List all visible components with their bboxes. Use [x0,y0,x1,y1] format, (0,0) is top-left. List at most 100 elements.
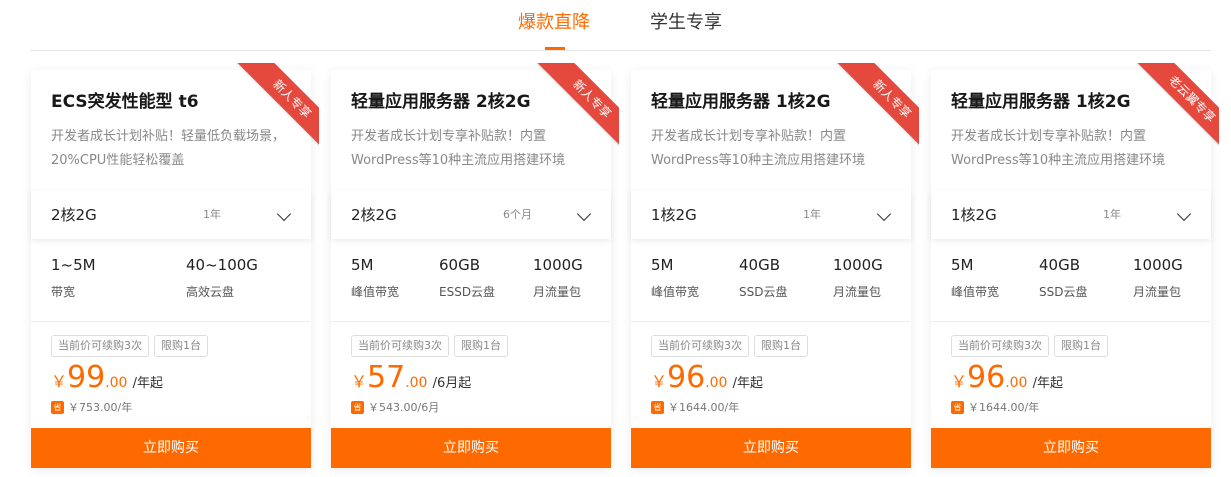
feature-value: 5M [651,256,674,274]
price: ￥96.00 /年起 [651,360,763,396]
purchase-limit-tag: 限购1台 [154,335,208,357]
price-unit: /年起 [1032,376,1063,391]
tag-list: 当前价可续购3次 限购1台 [951,334,1113,357]
price: ￥96.00 /年起 [951,360,1063,396]
product-card-lightweight-1c2g-returning: 轻量应用服务器 1核2G 老云翼专享 开发者成长计划专享补贴款！内置WordPr… [931,63,1219,468]
spec-value: 1核2G [651,206,697,224]
original-price-text: ￥753.00/年 [68,401,133,414]
card-title: ECS突发性能型 t6 [51,92,199,112]
buy-now-button[interactable]: 立即购买 [331,428,611,468]
spec-term: 1年 [803,208,821,221]
price-integer: 57 [367,360,406,395]
feature-bandwidth: 5M 峰值带宽 [951,255,999,300]
renewal-tag: 当前价可续购3次 [651,335,749,357]
spec-term: 1年 [1103,208,1121,221]
card-title: 轻量应用服务器 2核2G [351,92,531,112]
feature-value: 60GB [439,256,481,274]
feature-label: 高效云盘 [186,285,235,299]
feature-value: 1000G [1133,256,1183,274]
feature-label: ESSD云盘 [439,285,496,299]
purchase-limit-tag: 限购1台 [1054,335,1108,357]
price: ￥99.00 /年起 [51,360,163,396]
card-description: 开发者成长计划专享补贴款！内置WordPress等10种主流应用搭建环境 [351,129,566,168]
spec-value: 1核2G [951,206,997,224]
currency-symbol: ￥ [951,372,968,391]
price-unit: /6月起 [432,376,472,391]
card-description: 开发者成长计划专享补贴款！内置WordPress等10种主流应用搭建环境 [651,129,866,168]
feature-traffic: 1000G 月流量包 [1133,255,1183,300]
product-card-lightweight-2c2g: 轻量应用服务器 2核2G 新人专享 开发者成长计划专享补贴款！内置WordPre… [331,63,619,468]
feature-bandwidth: 1~5M 带宽 [51,255,96,300]
renewal-tag: 当前价可续购3次 [951,335,1049,357]
feature-disk: 40~100G 高效云盘 [186,255,258,300]
card-description: 开发者成长计划专享补贴款！内置WordPress等10种主流应用搭建环境 [951,129,1166,168]
buy-now-button[interactable]: 立即购买 [31,428,311,468]
buy-now-button[interactable]: 立即购买 [931,428,1211,468]
feature-label: 月流量包 [533,285,582,299]
purchase-limit-tag: 限购1台 [754,335,808,357]
price-decimal: .00 [405,375,428,391]
feature-value: 40GB [739,256,781,274]
product-card-lightweight-1c2g: 轻量应用服务器 1核2G 新人专享 开发者成长计划专享补贴款！内置WordPre… [631,63,919,468]
original-price-text: ￥1644.00/年 [968,401,1040,414]
tab-students[interactable]: 学生专享 [650,11,722,35]
price-unit: /年起 [732,376,763,391]
feature-value: 5M [351,256,374,274]
feature-disk: 40GB SSD云盘 [1039,255,1087,300]
price-decimal: .00 [1005,375,1028,391]
divider [331,321,611,322]
purchase-limit-tag: 限购1台 [454,335,508,357]
save-badge-icon: 省 [651,401,664,414]
spec-dropdown[interactable]: 2核2G 6个月 [331,191,611,239]
feature-label: 月流量包 [1133,285,1182,299]
feature-bandwidth: 5M 峰值带宽 [651,255,699,300]
divider [31,321,311,322]
feature-value: 1~5M [51,256,96,274]
tag-list: 当前价可续购3次 限购1台 [51,334,213,357]
spec-dropdown[interactable]: 1核2G 1年 [931,191,1211,239]
original-price: 省 ￥1644.00/年 [651,401,739,415]
price-decimal: .00 [705,375,728,391]
tab-bar: 爆款直降 学生专享 [30,0,1211,51]
feature-value: 1000G [533,256,583,274]
price-integer: 96 [667,360,706,395]
divider [631,321,911,322]
price-integer: 99 [67,360,106,395]
spec-dropdown[interactable]: 1核2G 1年 [631,191,911,239]
feature-value: 40GB [1039,256,1081,274]
feature-label: 月流量包 [833,285,882,299]
tab-hot-deals[interactable]: 爆款直降 [518,11,590,35]
divider [931,321,1211,322]
spec-value: 2核2G [51,206,97,224]
feature-label: 峰值带宽 [651,285,700,299]
active-tab-indicator [545,47,565,50]
save-badge-icon: 省 [351,401,364,414]
tag-list: 当前价可续购3次 限购1台 [351,334,513,357]
price-decimal: .00 [105,375,128,391]
chevron-down-icon [876,206,892,222]
feature-label: SSD云盘 [1039,285,1088,299]
currency-symbol: ￥ [351,372,368,391]
feature-disk: 40GB SSD云盘 [739,255,787,300]
feature-traffic: 1000G 月流量包 [833,255,883,300]
feature-value: 40~100G [186,256,258,274]
spec-value: 2核2G [351,206,397,224]
spec-dropdown[interactable]: 2核2G 1年 [31,191,311,239]
feature-value: 5M [951,256,974,274]
feature-value: 1000G [833,256,883,274]
feature-traffic: 1000G 月流量包 [533,255,583,300]
buy-now-button[interactable]: 立即购买 [631,428,911,468]
original-price: 省 ￥543.00/6月 [351,401,439,415]
chevron-down-icon [276,206,292,222]
renewal-tag: 当前价可续购3次 [51,335,149,357]
save-badge-icon: 省 [951,401,964,414]
feature-disk: 60GB ESSD云盘 [439,255,495,300]
original-price-text: ￥1644.00/年 [668,401,740,414]
card-description: 开发者成长计划补贴！轻量低负载场景，20%CPU性能轻松覆盖 [51,129,286,168]
feature-label: 峰值带宽 [951,285,1000,299]
tag-list: 当前价可续购3次 限购1台 [651,334,813,357]
currency-symbol: ￥ [651,372,668,391]
renewal-tag: 当前价可续购3次 [351,335,449,357]
original-price-text: ￥543.00/6月 [368,401,440,414]
original-price: 省 ￥1644.00/年 [951,401,1039,415]
